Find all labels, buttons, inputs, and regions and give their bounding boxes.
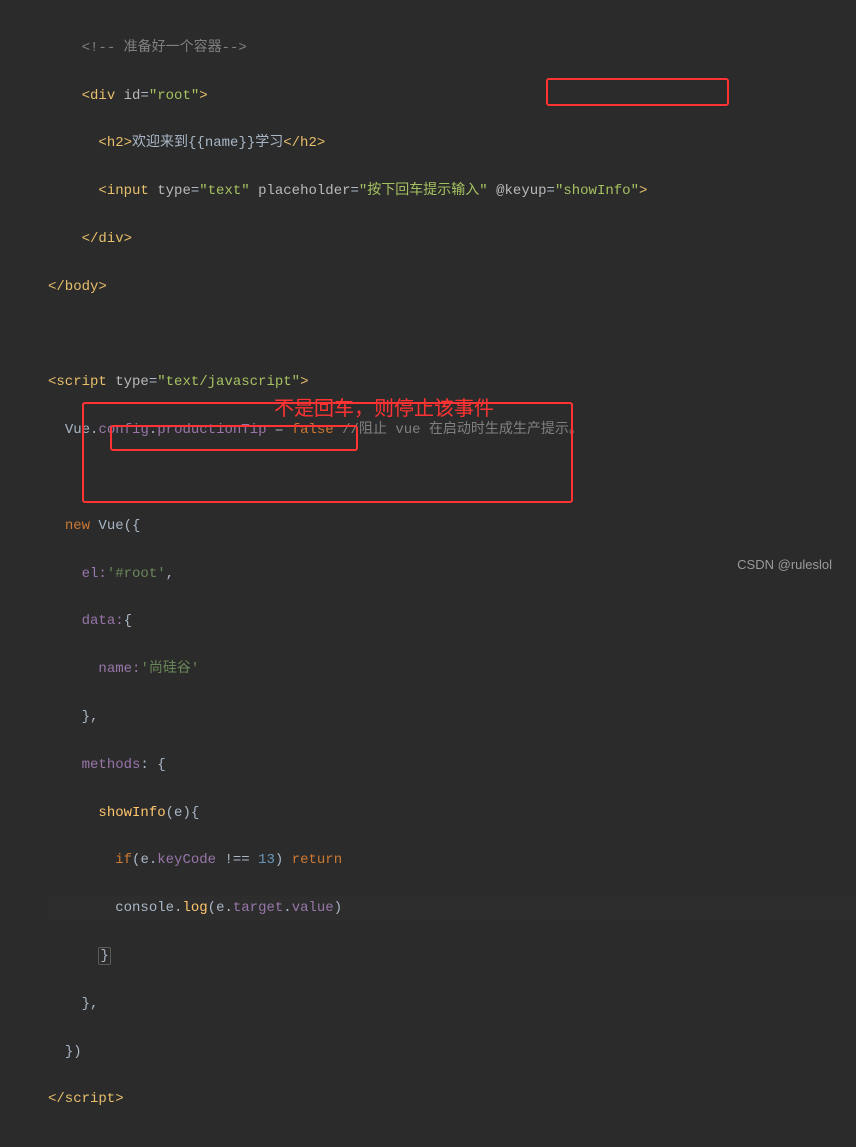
code-line: Vue.config.productionTip = false //阻止 vu… (48, 418, 856, 442)
code-line: }) (48, 1040, 856, 1064)
code-line: new Vue({ (48, 514, 856, 538)
watermark: CSDN @ruleslol (737, 554, 832, 576)
code-line: data:{ (48, 609, 856, 633)
code-line: console.log(e.target.value) (48, 896, 856, 920)
code-line (48, 323, 856, 347)
code-line: <h2>欢迎来到{{name}}学习</h2> (48, 131, 856, 155)
code-line: <!-- 准备好一个容器--> (48, 36, 856, 60)
code-line: </body> (48, 275, 856, 299)
code-line: methods: { (48, 753, 856, 777)
comment: <!-- 准备好一个容器--> (82, 40, 247, 56)
code-line: }, (48, 705, 856, 729)
code-line: </div> (48, 227, 856, 251)
code-line: <div id="root"> (48, 84, 856, 108)
code-line: <script type="text/javascript"> (48, 370, 856, 394)
code-line: </script> (48, 1087, 856, 1111)
code-line: showInfo(e){ (48, 801, 856, 825)
code-line: } (48, 944, 856, 968)
code-line: name:'尚硅谷' (48, 657, 856, 681)
code-line: }, (48, 992, 856, 1016)
code-line: <input type="text" placeholder="按下回车提示输入… (48, 179, 856, 203)
code-line: if(e.keyCode !== 13) return (48, 848, 856, 872)
code-editor: <!-- 准备好一个容器--> <div id="root"> <h2>欢迎来到… (0, 0, 856, 1147)
code-line (48, 466, 856, 490)
